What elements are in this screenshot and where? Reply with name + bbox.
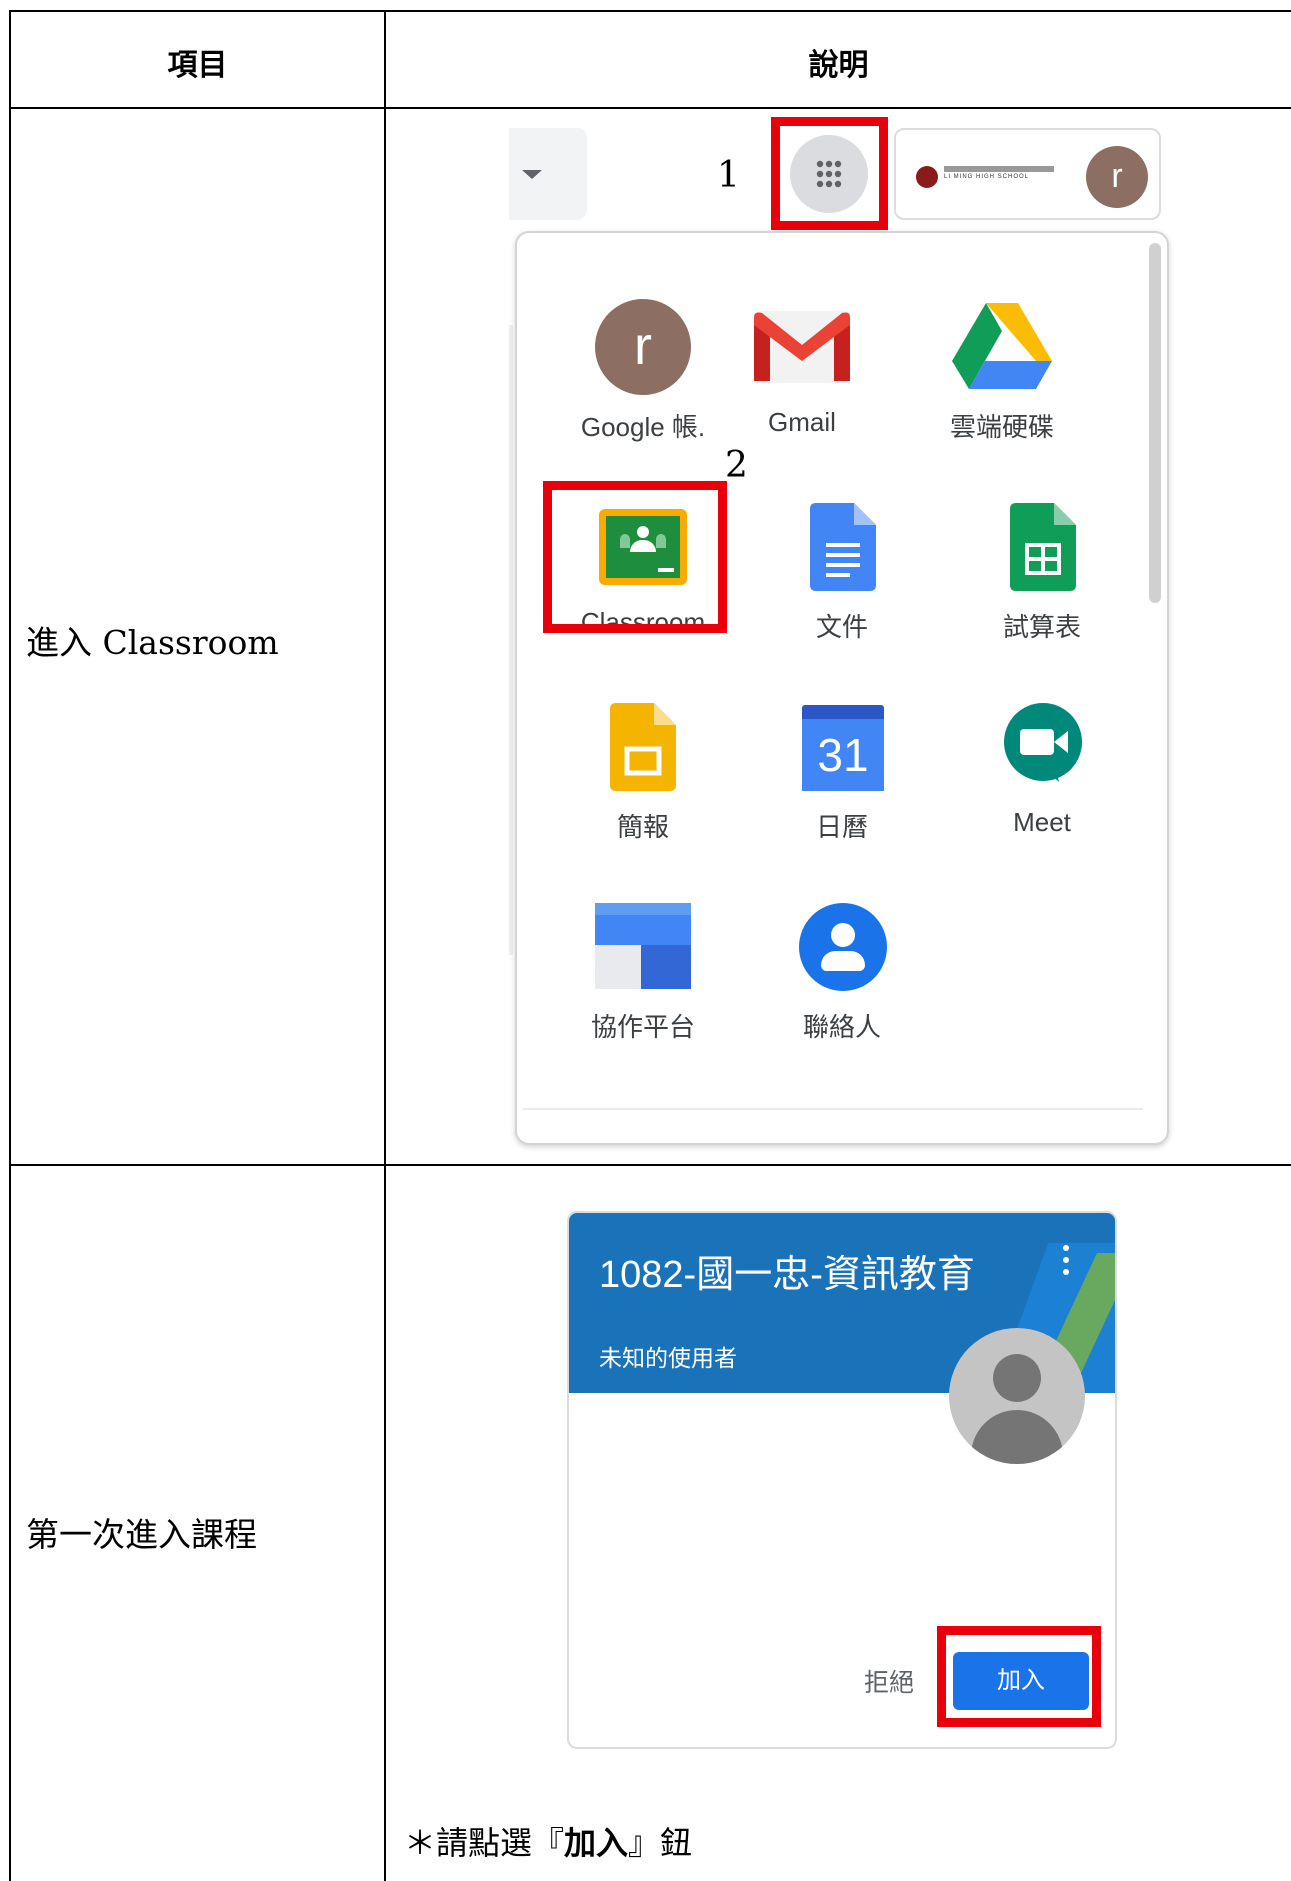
account-chip[interactable]: LI MING HIGH SCHOOL r [894,128,1161,220]
app-label-sheets[interactable]: 試算表 [942,607,1142,644]
note-suffix: 』鈕 [628,1824,693,1862]
card-more-icon[interactable] [1063,1245,1071,1281]
drive-icon[interactable] [952,303,1052,391]
sites-side [641,945,691,989]
row-label-first-enter-course: 第一次進入課程 [26,1515,257,1554]
slides-icon[interactable] [610,703,676,791]
sites-banner [595,915,691,945]
app-label-docs[interactable]: 文件 [742,607,942,644]
note-bold: 加入 [564,1824,629,1862]
gmail-icon[interactable] [752,309,852,385]
sites-icon[interactable] [595,903,691,989]
table-border-left [9,10,11,1881]
dropdown-arrow-icon [522,170,542,179]
calendar-day: 31 [802,719,884,791]
meet-camera-body [1020,729,1054,755]
step-2-marker: 2 [725,445,748,486]
app-label-drive[interactable]: 雲端硬碟 [902,407,1102,444]
header-description: 說明 [808,48,869,83]
table-border-top [9,10,1291,12]
app-label-contacts[interactable]: 聯絡人 [742,1007,942,1044]
contacts-icon[interactable] [799,903,887,991]
school-logo-text: LI MING HIGH SCHOOL [944,174,1030,180]
table-border-header-bottom [9,107,1291,109]
calendar-top [802,705,884,719]
school-logo-icon [916,166,938,188]
contacts-body [821,951,865,971]
row-label-enter-classroom: 進入 Classroom [26,623,279,662]
top-dropdown[interactable] [509,128,587,220]
sites-header [595,903,691,915]
class-title[interactable]: 1082-國一忠-資訊教育 [599,1243,975,1298]
highlight-apps-button [771,117,888,230]
instruction-note: ＊請點選『加入』鈕 [404,1818,692,1864]
table-border-row1-bottom [9,1164,1291,1166]
meet-camera-lens [1054,731,1068,753]
docs-icon[interactable] [810,503,876,591]
note-prefix: ＊請點選『 [404,1824,565,1862]
highlight-classroom [543,481,727,633]
app-label-calendar[interactable]: 日曆 [742,807,942,844]
sites-content [595,945,641,989]
avatar-head [993,1354,1041,1402]
school-logo-chinese-bar [944,166,1054,172]
calendar-icon[interactable]: 31 [802,705,884,791]
decline-button[interactable]: 拒絕 [839,1663,939,1699]
app-google-account-icon[interactable]: r [595,299,691,395]
account-avatar[interactable]: r [1086,146,1148,208]
contacts-head [831,923,855,947]
step-1-marker: 1 [717,155,740,196]
more-dot-3 [1063,1269,1069,1275]
meet-icon[interactable] [1004,703,1082,787]
app-label-sites[interactable]: 協作平台 [543,1007,743,1044]
more-dot-2 [1063,1257,1069,1263]
avatar-body [971,1410,1063,1464]
app-label-gmail[interactable]: Gmail [702,407,902,438]
table-border-middle [384,10,386,1881]
panel-scrollbar[interactable] [1149,243,1161,603]
app-label-meet[interactable]: Meet [942,807,1142,838]
class-teacher: 未知的使用者 [599,1345,737,1371]
background-page-edge [509,325,513,955]
header-item: 項目 [167,48,228,83]
sheets-icon[interactable] [1010,503,1076,591]
panel-divider [523,1108,1143,1110]
more-dot-1 [1063,1245,1069,1251]
highlight-join-button [937,1626,1101,1727]
app-label-slides[interactable]: 簡報 [543,807,743,844]
teacher-avatar [949,1328,1085,1464]
launcher-screenshot: 1 LI MING HIGH SCHOOL r r Google 帳. Gmai… [509,117,1169,1148]
